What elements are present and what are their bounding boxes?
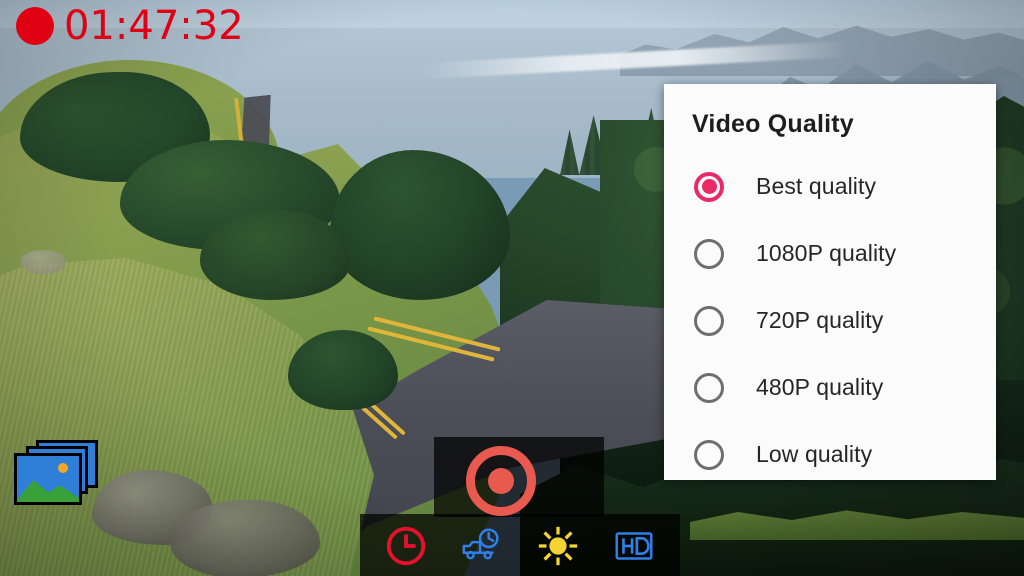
duration-button[interactable] xyxy=(383,523,429,569)
hd-icon xyxy=(615,532,653,560)
radio-button-best-quality[interactable] xyxy=(694,171,724,202)
option-label: Best quality xyxy=(756,173,877,199)
option-1080p-quality[interactable]: 1080P quality xyxy=(664,220,996,287)
radio-button-low-quality[interactable] xyxy=(694,439,724,470)
hd-quality-button[interactable] xyxy=(611,523,657,569)
option-480p-quality[interactable]: 480P quality xyxy=(664,354,996,421)
option-720p-quality[interactable]: 720P quality xyxy=(664,287,996,354)
truck-clock-icon xyxy=(462,528,499,560)
photo-sun xyxy=(58,463,68,473)
option-low-quality[interactable]: Low quality xyxy=(664,421,996,488)
radio-button-1080p-quality[interactable] xyxy=(694,238,724,269)
camera-recorder-screen: 01:47:32 Video Quality Best quality 1080… xyxy=(0,0,1024,576)
rock xyxy=(170,500,320,576)
radio-dot xyxy=(701,179,717,194)
rock xyxy=(20,250,66,274)
photo-mountain xyxy=(17,480,79,502)
brightness-button[interactable] xyxy=(535,523,581,569)
option-label: 1080P quality xyxy=(756,240,897,266)
record-button[interactable] xyxy=(466,446,536,516)
recording-timer: 01:47:32 xyxy=(64,3,244,49)
option-label: 480P quality xyxy=(756,374,884,400)
tree-cluster xyxy=(200,210,350,300)
radio-button-720p-quality[interactable] xyxy=(694,305,724,336)
gallery-photos-icon xyxy=(14,453,82,505)
record-circle-icon xyxy=(488,468,514,494)
radio-button-480p-quality[interactable] xyxy=(694,372,724,403)
record-dot-icon xyxy=(16,7,54,45)
option-best-quality[interactable]: Best quality xyxy=(664,153,996,220)
clock-icon xyxy=(386,526,426,566)
dialog-title: Video Quality xyxy=(692,110,854,138)
sun-icon xyxy=(538,526,578,566)
recording-status: 01:47:32 xyxy=(16,6,244,46)
option-label: Low quality xyxy=(756,441,873,467)
option-label: 720P quality xyxy=(756,307,884,333)
bottom-toolbar xyxy=(360,520,680,572)
gallery-button[interactable] xyxy=(14,440,100,505)
video-quality-options: Best quality 1080P quality 720P quality … xyxy=(664,153,996,488)
time-lapse-button[interactable] xyxy=(459,523,505,569)
video-quality-dialog: Video Quality Best quality 1080P quality… xyxy=(664,84,996,480)
